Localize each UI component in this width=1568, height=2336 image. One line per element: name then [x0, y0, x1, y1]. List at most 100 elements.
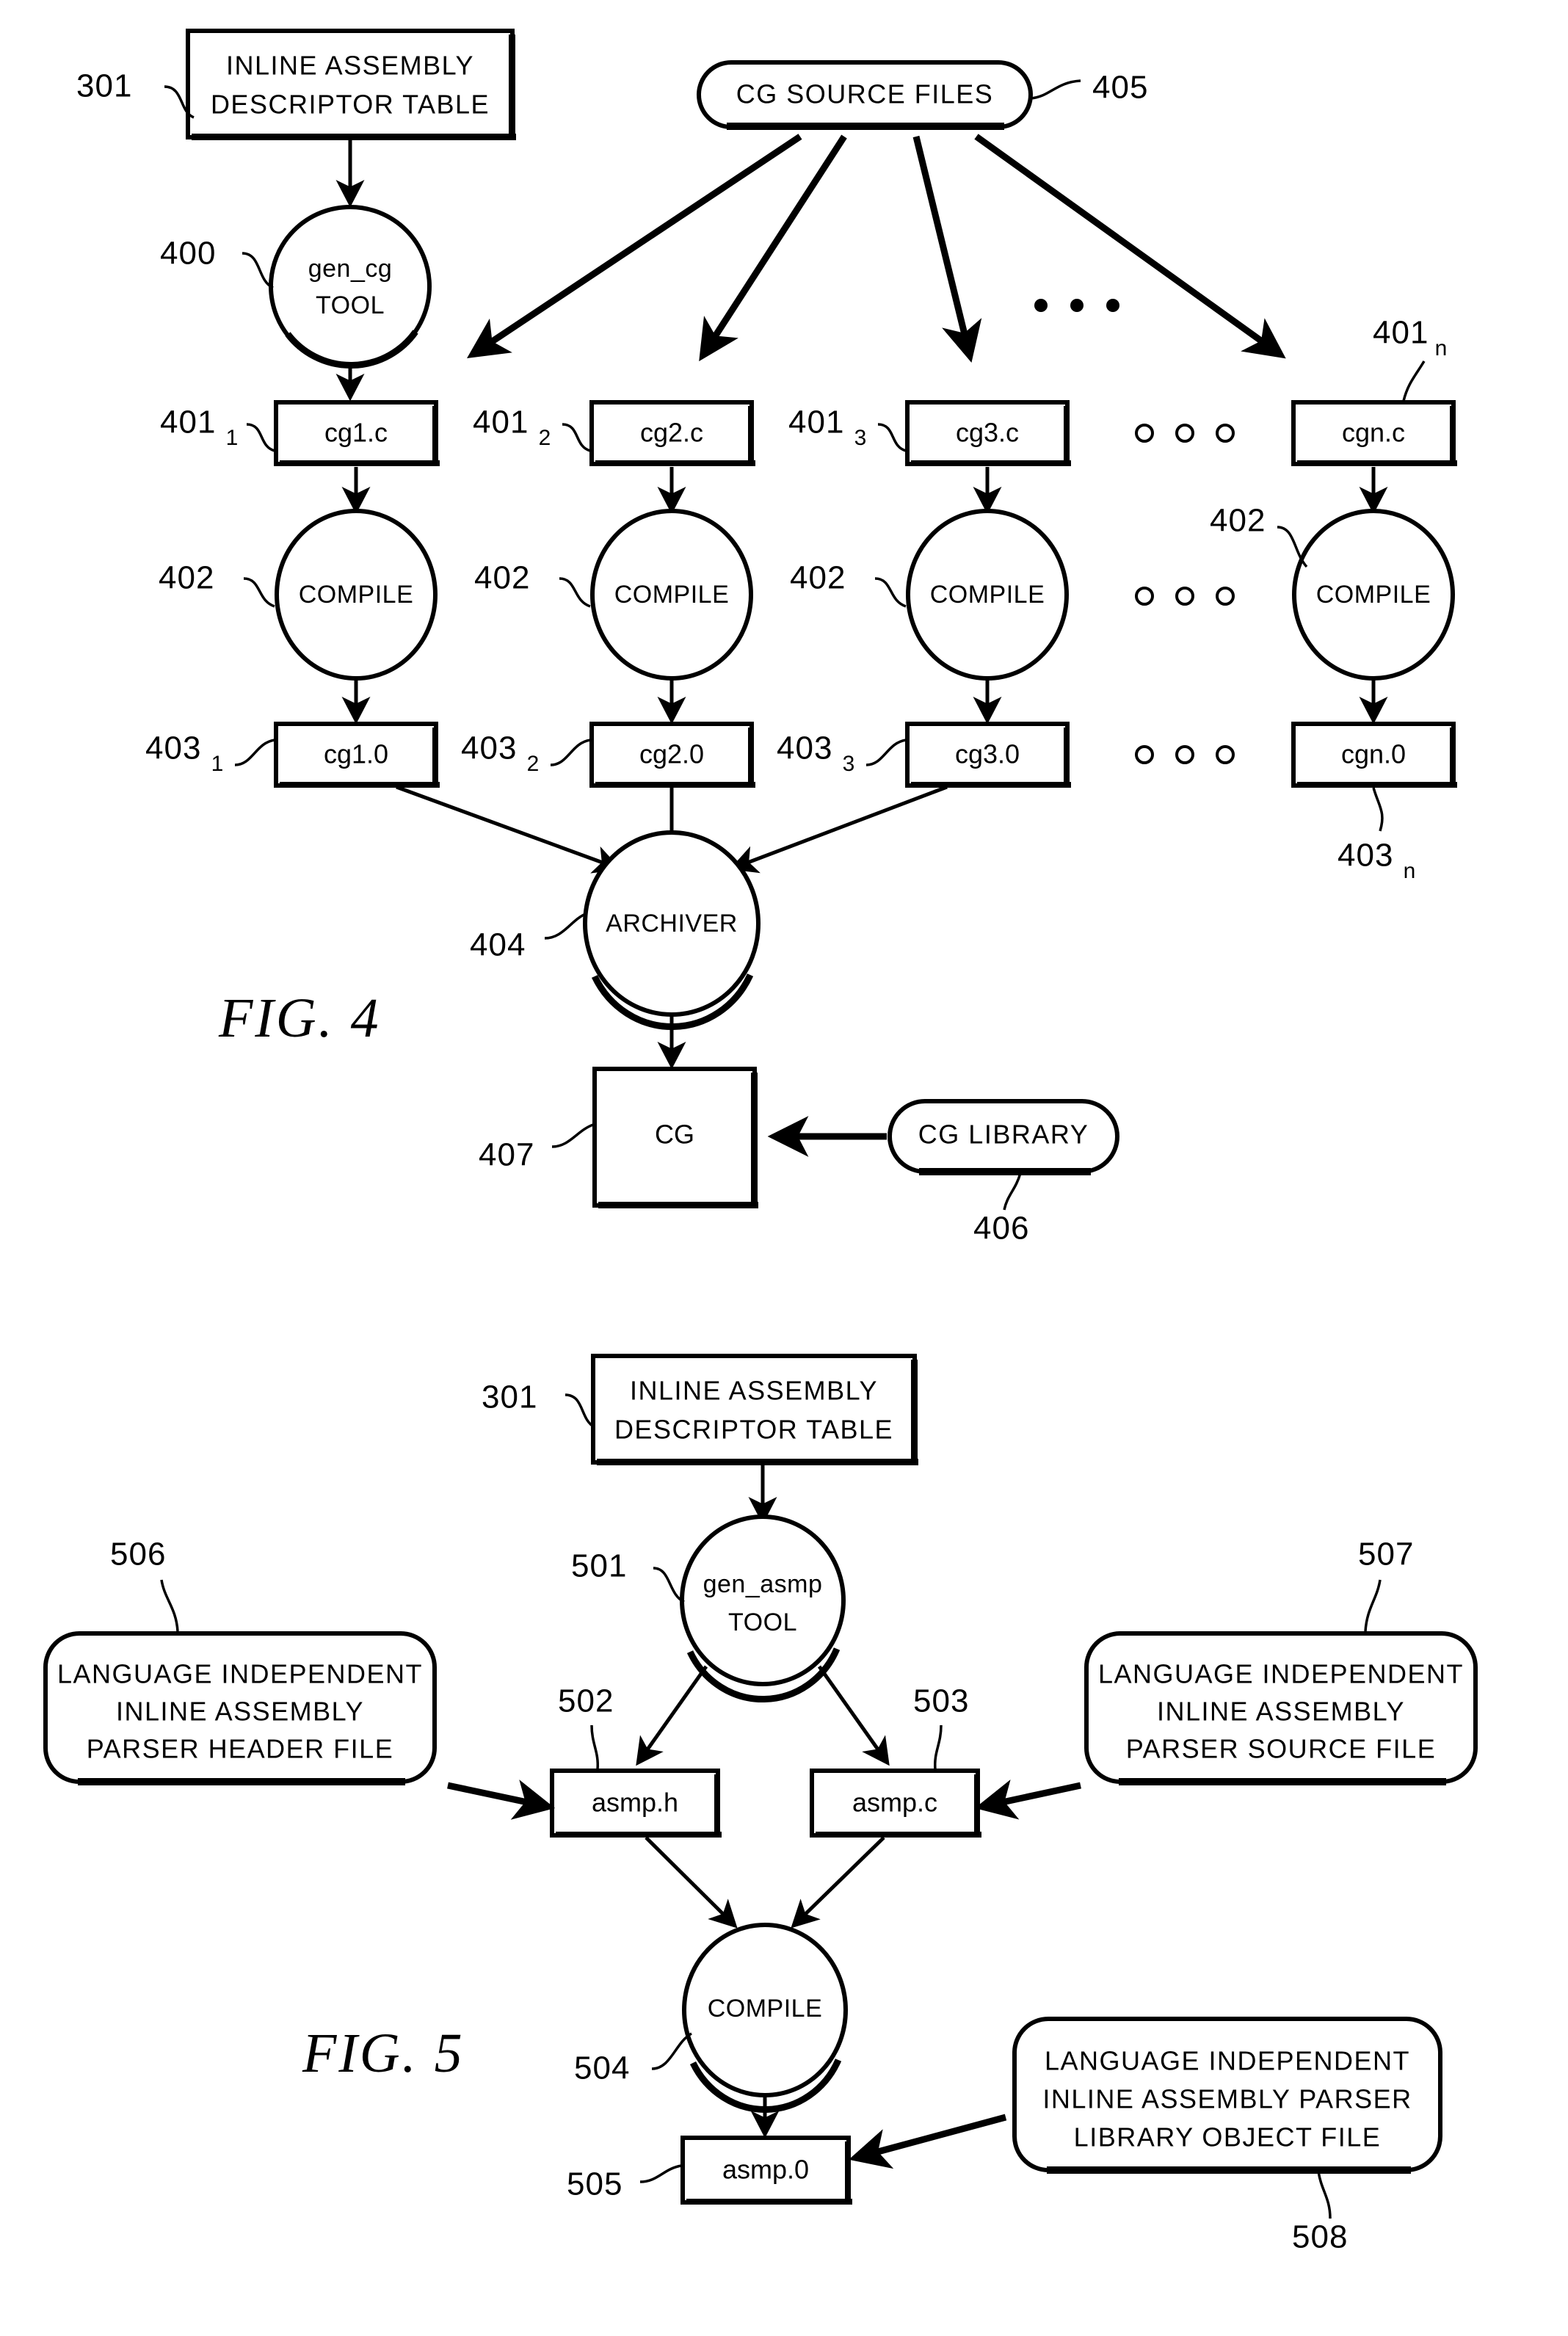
fig4-object-file-1: cg1.0 403 1 — [145, 722, 440, 788]
fig5-asmp-o-shadow-right — [845, 2141, 851, 2202]
fig5-parser-source-file-line3: PARSER SOURCE FILE — [1126, 1734, 1436, 1764]
fig5-compile-node: COMPILE 504 — [574, 1923, 848, 2113]
fig4-leader-400 — [242, 252, 274, 289]
fig5-ref-505: 505 — [567, 2166, 623, 2202]
fig5-leader-508 — [1317, 2171, 1332, 2219]
fig4-compile-node-n: COMPILE 402 — [1210, 503, 1455, 681]
fig4-object-file-3-label: cg3.0 — [955, 739, 1020, 769]
fig5-parser-header-file-line2: INLINE ASSEMBLY — [116, 1697, 364, 1727]
fig4-compile-2-label: COMPILE — [614, 581, 730, 609]
drawing-canvas: INLINE ASSEMBLY DESCRIPTOR TABLE 301 CG … — [43, 29, 1478, 2255]
fig4-object-file-n-shadow — [1297, 782, 1457, 788]
fig4-source-file-3-label: cg3.c — [956, 418, 1019, 448]
fig5-parser-library-object-file-node: LANGUAGE INDEPENDENT INLINE ASSEMBLY PAR… — [1012, 2017, 1442, 2255]
fig4-arrow-405-to-401-n — [974, 134, 1286, 359]
fig4-arrow-405-to-401-1 — [467, 134, 802, 358]
fig5-descriptor-table-box — [591, 1354, 917, 1465]
fig4-source-file-1-shadow — [280, 460, 440, 466]
fig4-source-row-ellipsis-dot-2 — [1175, 424, 1194, 443]
fig4-arrow-405-to-401-3 — [912, 135, 982, 363]
fig4-compile-1-ref: 402 — [159, 560, 214, 596]
fig4-object-file-1-label: cg1.0 — [324, 739, 388, 769]
fig4-source-file-n-ref: 401 — [1373, 315, 1429, 351]
fig4-leader-401-n — [1402, 360, 1426, 402]
fig5-arrow-506-to-502 — [447, 1780, 556, 1820]
fig4-source-row-ellipsis-dot-1 — [1135, 424, 1154, 443]
fig5-descriptor-table-shadow — [597, 1459, 918, 1465]
fig4-arrow-405-to-401-2 — [699, 134, 847, 362]
fig4-object-file-n-shadow-right — [1450, 728, 1456, 786]
fig5-descriptor-table-line1: INLINE ASSEMBLY — [630, 1376, 878, 1406]
fig4-compile-row-ellipsis-dot-2 — [1175, 587, 1194, 606]
fig4-source-file-3-shadow-right — [1064, 406, 1070, 464]
fig4-cg-output-shadow-right — [751, 1073, 758, 1205]
fig4-object-file-1-ref: 403 — [145, 730, 201, 766]
fig4-source-file-2: cg2.c 401 2 — [473, 400, 755, 466]
fig5-arrow-502-to-504 — [645, 1836, 738, 1929]
fig5-parser-library-object-file-line1: LANGUAGE INDEPENDENT — [1045, 2046, 1410, 2076]
fig4-object-row-ellipsis-dot-1 — [1135, 745, 1154, 764]
fig4-leader-402-2 — [559, 577, 591, 608]
fig4-cg-source-files-node: CG SOURCE FILES 405 — [697, 60, 1147, 130]
fig4-compile-2-ref: 402 — [474, 560, 530, 596]
fig4-descriptor-table-line1: INLINE ASSEMBLY — [226, 51, 474, 81]
fig4-compile-n-ref: 402 — [1210, 503, 1266, 539]
fig4-source-file-2-ref-sub: 2 — [539, 426, 551, 450]
fig4-arrow-ellipsis-dot-3 — [1106, 299, 1119, 312]
fig5-leader-507 — [1364, 1579, 1382, 1632]
fig5-parser-source-file-line1: LANGUAGE INDEPENDENT — [1098, 1659, 1464, 1689]
fig4-leader-401-3 — [877, 423, 907, 452]
fig4-descriptor-table-line2: DESCRIPTOR TABLE — [211, 90, 490, 120]
fig5-ref-507: 507 — [1358, 1537, 1414, 1573]
fig4-object-file-2-ref-sub: 2 — [527, 752, 540, 776]
fig4-leader-403-n — [1372, 787, 1384, 832]
fig5-parser-library-object-file-line2: INLINE ASSEMBLY PARSER — [1042, 2084, 1412, 2114]
fig4-compile-node-3: COMPILE 402 — [790, 509, 1069, 681]
patent-drawing-sheet: INLINE ASSEMBLY DESCRIPTOR TABLE 301 CG … — [0, 0, 1568, 2336]
fig5-ref-501: 501 — [571, 1548, 627, 1584]
fig5-asmp-o-label: asmp.0 — [722, 2155, 809, 2185]
fig4-gen-cg-tool-line2: TOOL — [316, 291, 385, 319]
fig5-leader-505 — [639, 2164, 682, 2183]
fig4-object-file-n-ref: 403 — [1337, 838, 1393, 874]
fig4-arrow-403-1-to-404 — [396, 785, 622, 874]
fig4-leader-402-1 — [243, 577, 275, 608]
fig5-leader-506 — [160, 1579, 179, 1632]
fig4-object-file-2: cg2.0 403 2 — [461, 722, 755, 788]
fig5-asmp-h-label: asmp.h — [592, 1788, 678, 1818]
fig4-source-file-n: cgn.c 401 n — [1291, 315, 1457, 466]
fig4-archiver-label: ARCHIVER — [606, 910, 738, 937]
fig5-leader-502 — [590, 1724, 600, 1770]
fig4-arrow-ellipsis — [1034, 299, 1119, 312]
fig4-leader-403-2 — [550, 739, 591, 766]
fig5-arrow-508-to-505 — [849, 2114, 1007, 2169]
fig4-source-row-ellipsis-dot-3 — [1216, 424, 1235, 443]
fig4-source-file-3-shadow — [911, 460, 1071, 466]
fig5-parser-library-object-file-line3: LIBRARY OBJECT FILE — [1074, 2122, 1382, 2152]
fig5-arrow-503-to-504 — [791, 1836, 885, 1929]
fig5-asmp-h-node: asmp.h 502 — [550, 1683, 722, 1838]
fig4-archiver-ref: 404 — [470, 927, 526, 963]
fig4-leader-403-1 — [234, 739, 275, 766]
fig5-asmp-c-node: asmp.c 503 — [810, 1683, 981, 1838]
fig4-descriptor-table-shadow — [192, 134, 516, 140]
fig4-source-file-1-shadow-right — [432, 406, 438, 464]
fig4-object-row-ellipsis — [1135, 745, 1235, 764]
fig4-object-file-2-shadow — [595, 782, 755, 788]
fig4-object-file-2-label: cg2.0 — [639, 739, 704, 769]
fig4-source-file-1-ref-sub: 1 — [226, 426, 239, 450]
fig4-source-file-3: cg3.c 401 3 — [788, 400, 1071, 466]
fig5-ref-504: 504 — [574, 2050, 630, 2086]
fig4-object-file-2-shadow-right — [748, 728, 754, 786]
fig5-arrow-501-to-502 — [636, 1665, 708, 1766]
fig4-cg-library-node: CG LIBRARY 406 — [888, 1099, 1119, 1247]
fig4-cg-output-label: CG — [655, 1120, 694, 1150]
fig4-object-file-1-ref-sub: 1 — [211, 752, 224, 776]
fig4-object-file-n: cgn.0 403 n — [1291, 722, 1457, 883]
fig5-arrow-501-to-503 — [817, 1665, 890, 1766]
fig5-asmp-c-shadow — [816, 1832, 981, 1838]
fig4-object-file-n-ref-sub: n — [1404, 859, 1416, 883]
fig4-object-row-ellipsis-dot-2 — [1175, 745, 1194, 764]
fig4-cg-library-label: CG LIBRARY — [918, 1120, 1089, 1150]
fig4-compile-node-2: COMPILE 402 — [474, 509, 753, 681]
